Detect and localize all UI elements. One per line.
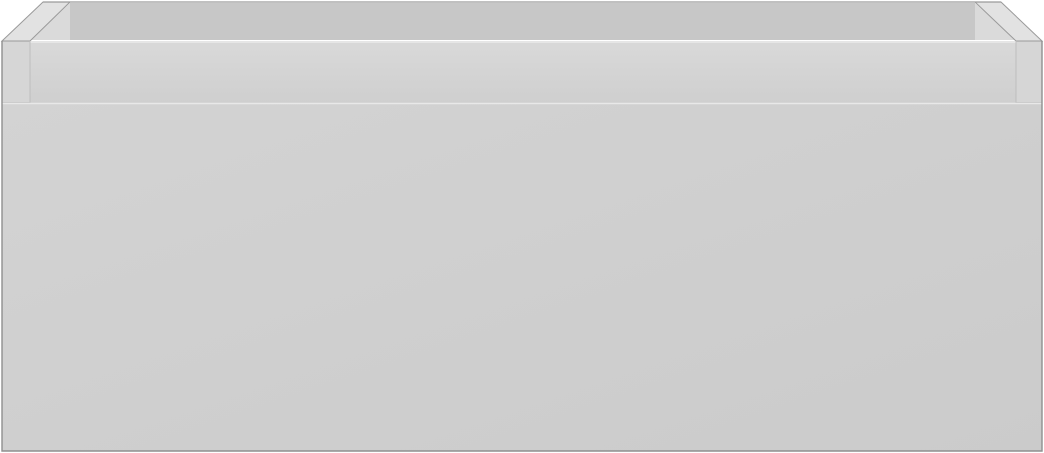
left-post — [1, 40, 31, 104]
inner-back-wall — [70, 3, 975, 40]
right-post — [1015, 40, 1043, 104]
drawer-front-panel[interactable] — [2, 103, 1042, 451]
cabinet-scene — [0, 0, 1044, 453]
upper-rim — [30, 41, 1016, 103]
drawer-cabinet-illustration — [0, 1, 1044, 452]
